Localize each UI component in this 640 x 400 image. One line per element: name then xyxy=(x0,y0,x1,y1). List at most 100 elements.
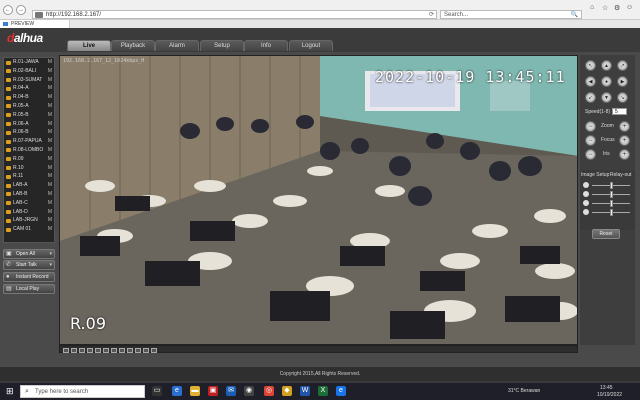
image-slider[interactable] xyxy=(583,200,633,207)
layout-16-icon[interactable] xyxy=(95,347,101,353)
camera-item[interactable]: R.09 M xyxy=(4,155,54,164)
camera-stream-type[interactable]: M xyxy=(48,128,52,137)
camera-stream-type[interactable]: M xyxy=(48,58,52,67)
camera-stream-type[interactable]: M xyxy=(48,190,52,199)
camera-item[interactable]: R.10 M xyxy=(4,164,54,173)
camera-item[interactable]: R.04-B M xyxy=(4,93,54,102)
layout-1-icon[interactable] xyxy=(63,347,69,353)
clock-date[interactable]: 10/19/2022 xyxy=(597,392,622,398)
app-icon[interactable]: ◉ xyxy=(244,386,254,396)
ptz-right-button[interactable]: ▶ xyxy=(617,76,628,87)
focus-near-button[interactable]: − xyxy=(585,135,596,146)
ptz-down-left-button[interactable]: ↙ xyxy=(585,92,596,103)
mail-icon[interactable]: ✉ xyxy=(226,386,236,396)
iris-close-button[interactable]: − xyxy=(585,149,596,160)
camera-item[interactable]: R.06-B M xyxy=(4,128,54,137)
image-slider[interactable] xyxy=(583,182,633,189)
camera-stream-type[interactable]: M xyxy=(48,111,52,120)
speed-select[interactable]: 5 xyxy=(612,108,627,115)
camera-stream-type[interactable]: M xyxy=(48,216,52,225)
settings-gear-icon[interactable]: ⚙ xyxy=(614,4,620,12)
camera-item[interactable]: LAB-A M xyxy=(4,181,54,190)
camera-item[interactable]: R.03-SUMAT M xyxy=(4,76,54,85)
image-slider[interactable] xyxy=(583,209,633,216)
snapshot-icon[interactable] xyxy=(119,347,125,353)
edge-icon[interactable]: e xyxy=(172,386,182,396)
excel-icon[interactable]: X xyxy=(318,386,328,396)
iris-open-button[interactable]: + xyxy=(619,149,630,160)
instant-record-button[interactable]: ● Instant Record xyxy=(3,272,55,282)
camera-item[interactable]: R.08-LOMBO M xyxy=(4,146,54,155)
ptz-up-right-button[interactable]: ↗ xyxy=(617,60,628,71)
camera-stream-type[interactable]: M xyxy=(48,93,52,102)
ptz-down-right-button[interactable]: ↘ xyxy=(617,92,628,103)
task-view-icon[interactable]: ▭ xyxy=(152,386,162,396)
tab-info[interactable]: Info xyxy=(244,40,288,51)
favorites-star-icon[interactable]: ☆ xyxy=(602,4,608,12)
chevron-down-icon[interactable]: ▾ xyxy=(49,261,52,269)
ptz-left-button[interactable]: ◀ xyxy=(585,76,596,87)
refresh-icon[interactable]: ⟳ xyxy=(429,11,434,19)
camera-stream-type[interactable]: M xyxy=(48,155,52,164)
camera-item[interactable]: LAB-D M xyxy=(4,208,54,217)
chrome-icon[interactable]: ◎ xyxy=(264,386,274,396)
browser-search-input[interactable]: Search... 🔍 xyxy=(440,10,582,19)
camera-item[interactable]: LAB-JRGN M xyxy=(4,216,54,225)
clock-time[interactable]: 13:45 xyxy=(600,385,613,391)
search-icon[interactable]: 🔍 xyxy=(571,11,578,19)
ptz-up-left-button[interactable]: ↖ xyxy=(585,60,596,71)
forward-button[interactable]: → xyxy=(16,5,26,15)
browser-tab[interactable]: PREVIEW xyxy=(0,20,70,28)
layout-4-icon[interactable] xyxy=(71,347,77,353)
camera-stream-type[interactable]: M xyxy=(48,225,52,234)
chevron-down-icon[interactable]: ▾ xyxy=(49,250,52,258)
taskbar-search-input[interactable]: ⌕ Type here to search xyxy=(20,385,145,398)
camera-item[interactable]: R.04-A M xyxy=(4,84,54,93)
tab-logout[interactable]: Logout xyxy=(289,40,333,51)
camera-stream-type[interactable]: M xyxy=(48,120,52,129)
camera-item[interactable]: LAB-B M xyxy=(4,190,54,199)
camera-stream-type[interactable]: M xyxy=(48,76,52,85)
camera-stream-type[interactable]: M xyxy=(48,172,52,181)
focus-far-button[interactable]: + xyxy=(619,135,630,146)
close-all-icon[interactable] xyxy=(151,347,157,353)
image-setup-tab[interactable]: Image Setup xyxy=(581,172,609,178)
camera-item[interactable]: R.02-BALI M xyxy=(4,67,54,76)
tab-alarm[interactable]: Alarm xyxy=(155,40,199,51)
open-all-button[interactable]: ▣ Open All ▾ xyxy=(3,249,55,259)
slider-knob[interactable] xyxy=(609,191,613,198)
camera-item[interactable]: LAB-C M xyxy=(4,199,54,208)
ptz-center-button[interactable]: ● xyxy=(601,76,612,87)
camera-stream-type[interactable]: M xyxy=(48,137,52,146)
back-button[interactable]: ← xyxy=(3,5,13,15)
windows-start-icon[interactable]: ⊞ xyxy=(6,387,15,396)
camera-stream-type[interactable]: M xyxy=(48,199,52,208)
store-icon[interactable]: ▣ xyxy=(208,386,218,396)
layout-25-icon[interactable] xyxy=(103,347,109,353)
camera-stream-type[interactable]: M xyxy=(48,102,52,111)
ie-icon[interactable]: e xyxy=(336,386,346,396)
audio-icon[interactable] xyxy=(135,347,141,353)
camera-stream-type[interactable]: M xyxy=(48,208,52,217)
camera-item[interactable]: R.01-JAWA M xyxy=(4,58,54,67)
zoom-in-button[interactable]: + xyxy=(619,121,630,132)
start-talk-button[interactable]: ✆ Start Talk ▾ xyxy=(3,260,55,270)
camera-list[interactable]: R.01-JAWA M R.02-BALI M R.03-SUMAT M R.04-A M R.… xyxy=(3,57,55,243)
tab-live[interactable]: Live xyxy=(67,40,111,51)
file-explorer-icon[interactable]: ▬ xyxy=(190,386,200,396)
feedback-smile-icon[interactable]: ☺ xyxy=(626,4,633,11)
weather-status[interactable]: 31°C Berawan xyxy=(508,388,540,394)
tab-setup[interactable]: Setup xyxy=(200,40,244,51)
camera-item[interactable]: R.05-A M xyxy=(4,102,54,111)
address-bar[interactable]: http://192.168.2.167/ ⟳ xyxy=(32,10,437,19)
ptz-down-button[interactable]: ▼ xyxy=(601,92,612,103)
camera-stream-type[interactable]: M xyxy=(48,146,52,155)
app2-icon[interactable]: ◆ xyxy=(282,386,292,396)
layout-36-icon[interactable] xyxy=(111,347,117,353)
camera-item[interactable]: R.11 M xyxy=(4,172,54,181)
local-play-button[interactable]: ▤ Local Play xyxy=(3,284,55,294)
camera-stream-type[interactable]: M xyxy=(48,164,52,173)
camera-stream-type[interactable]: M xyxy=(48,67,52,76)
image-slider[interactable] xyxy=(583,191,633,198)
camera-item[interactable]: R.05-B M xyxy=(4,111,54,120)
